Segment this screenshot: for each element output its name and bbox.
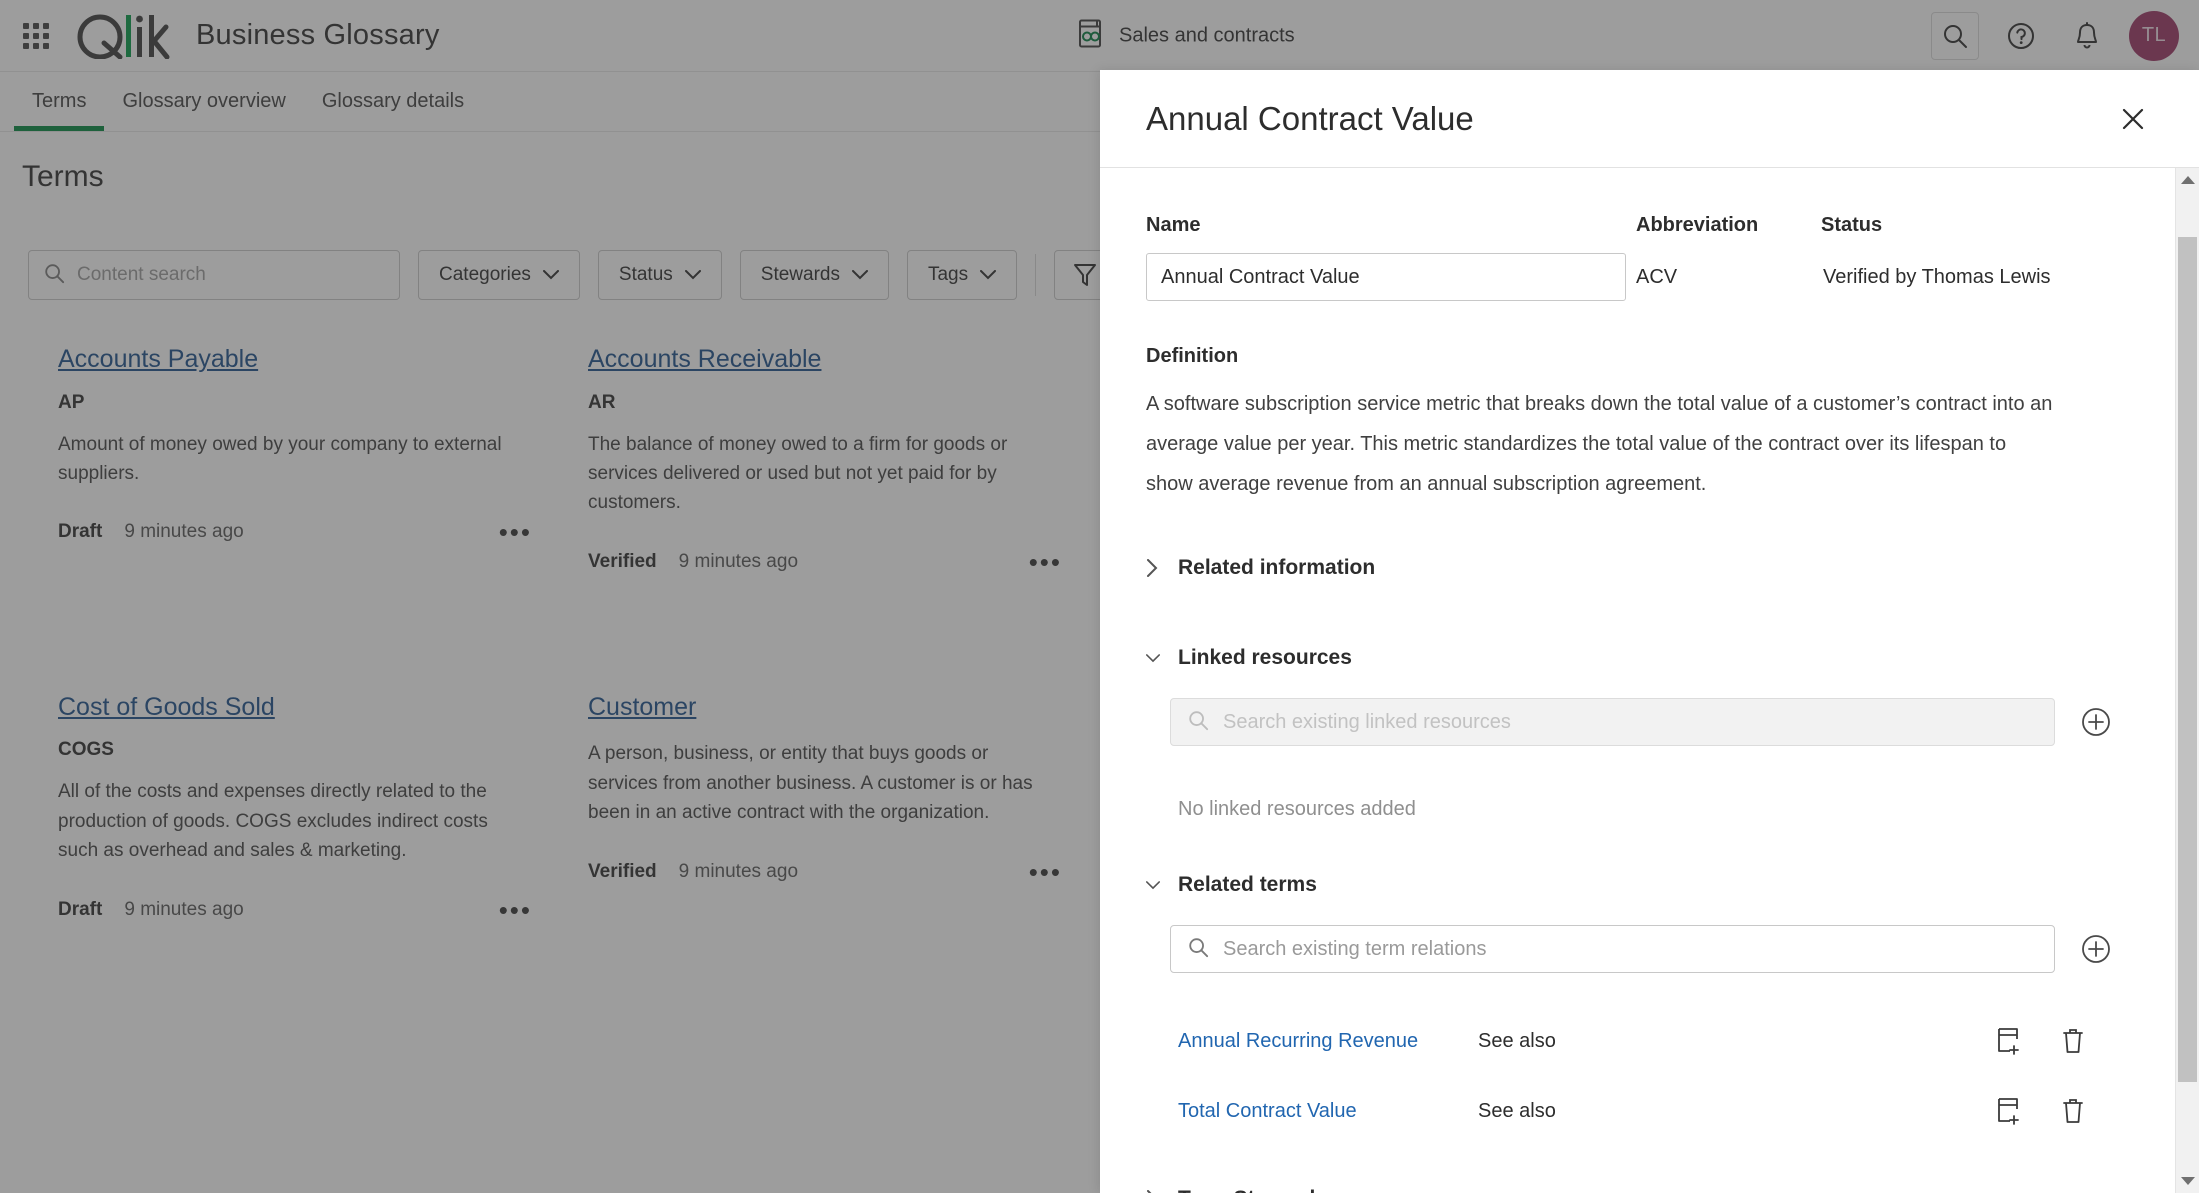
- section-linked-resources: Linked resources Search existing linked …: [1146, 632, 2129, 821]
- scrollbar-thumb[interactable]: [2178, 237, 2197, 1082]
- section-related-terms-title: Related terms: [1178, 873, 1317, 896]
- related-terms-search-row: Search existing term relations: [1146, 925, 2129, 973]
- status-value: Verified by Thomas Lewis: [1823, 266, 2051, 288]
- scrollbar-track[interactable]: [2176, 192, 2199, 1169]
- scroll-down-arrow-icon[interactable]: [2180, 1169, 2195, 1193]
- status-label: Status: [1821, 214, 1883, 236]
- search-icon: [1187, 936, 1209, 963]
- app-root: Business Glossary Sales and contracts: [0, 0, 2199, 1193]
- close-icon[interactable]: [2111, 97, 2155, 141]
- trash-icon[interactable]: [2041, 1027, 2105, 1055]
- definition-text[interactable]: A software subscription service metric t…: [1146, 384, 2054, 504]
- plus-circle-icon[interactable]: [2077, 930, 2115, 968]
- definition-label: Definition: [1146, 345, 1239, 367]
- add-to-glossary-icon[interactable]: [1977, 1097, 2041, 1125]
- section-term-stewards-header[interactable]: Term Stewards: [1146, 1173, 2129, 1193]
- related-terms-search-placeholder: Search existing term relations: [1223, 937, 1487, 960]
- linked-resources-search-input: Search existing linked resources: [1170, 698, 2055, 746]
- name-input[interactable]: Annual Contract Value: [1146, 253, 1626, 301]
- related-term-row: Annual Recurring Revenue See also: [1178, 1017, 2105, 1065]
- chevron-down-icon: [1146, 879, 1160, 891]
- related-term-link[interactable]: Total Contract Value: [1178, 1100, 1478, 1123]
- section-linked-resources-header[interactable]: Linked resources: [1146, 632, 2129, 684]
- chevron-right-icon: [1146, 559, 1160, 577]
- abbreviation-value[interactable]: ACV: [1636, 253, 1821, 301]
- section-related-information-title: Related information: [1178, 556, 1376, 579]
- add-to-glossary-icon[interactable]: [1977, 1027, 2041, 1055]
- panel-scrollbar[interactable]: [2175, 168, 2199, 1193]
- linked-resources-empty-message: No linked resources added: [1178, 798, 1416, 820]
- related-term-row: Total Contract Value See also: [1178, 1087, 2105, 1135]
- section-related-terms-header[interactable]: Related terms: [1146, 859, 2129, 911]
- linked-resources-search-placeholder: Search existing linked resources: [1223, 710, 1511, 733]
- related-terms-search-input[interactable]: Search existing term relations: [1170, 925, 2055, 973]
- term-fields-row: Name Annual Contract Value Abbreviation …: [1146, 214, 2129, 301]
- abbreviation-field-group: Abbreviation ACV: [1636, 214, 1821, 301]
- name-input-value: Annual Contract Value: [1161, 265, 1360, 288]
- term-detail-panel: Annual Contract Value Name Annual Contra…: [1100, 70, 2199, 1193]
- section-linked-resources-title: Linked resources: [1178, 646, 1352, 669]
- trash-icon[interactable]: [2041, 1097, 2105, 1125]
- panel-header: Annual Contract Value: [1100, 70, 2199, 168]
- name-field-group: Name Annual Contract Value: [1146, 214, 1636, 301]
- related-term-relation: See also: [1478, 1029, 1556, 1052]
- section-term-stewards-title: Term Stewards: [1178, 1187, 1327, 1193]
- search-icon: [1187, 709, 1209, 736]
- linked-resources-search-row: Search existing linked resources: [1146, 698, 2129, 746]
- section-related-information-header[interactable]: Related information: [1146, 542, 2129, 594]
- name-label: Name: [1146, 214, 1201, 236]
- plus-circle-icon[interactable]: [2077, 703, 2115, 741]
- related-terms-list: Annual Recurring Revenue See also Total …: [1146, 1017, 2129, 1135]
- section-term-stewards: Term Stewards: [1146, 1173, 2129, 1193]
- scroll-up-arrow-icon[interactable]: [2180, 168, 2195, 192]
- section-related-terms: Related terms Search existing term relat…: [1146, 859, 2129, 1135]
- chevron-down-icon: [1146, 652, 1160, 664]
- panel-title: Annual Contract Value: [1146, 99, 1474, 137]
- panel-body: Name Annual Contract Value Abbreviation …: [1100, 168, 2199, 1193]
- related-term-relation: See also: [1478, 1099, 1556, 1122]
- related-term-link[interactable]: Annual Recurring Revenue: [1178, 1030, 1478, 1053]
- abbreviation-label: Abbreviation: [1636, 214, 1759, 236]
- status-field-group: Status Verified by Thomas Lewis: [1821, 214, 2129, 301]
- section-related-information: Related information: [1146, 542, 2129, 594]
